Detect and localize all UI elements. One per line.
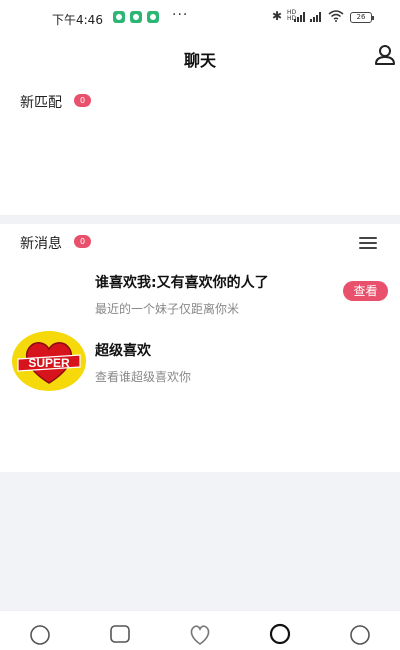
new-messages-count-badge: 0 (74, 235, 91, 248)
message-title: 谁喜欢我:又有喜欢你的人了 (95, 275, 269, 291)
profile-circle-icon[interactable] (342, 617, 378, 650)
message-subtitle: 最近的一个妹子仅距离你米 (95, 302, 240, 316)
new-matches-count-badge: 0 (74, 94, 91, 107)
new-matches-label: 新匹配 (20, 95, 62, 111)
status-bar: 下午4:46 ··· ✱ HD HD 26 (0, 0, 400, 34)
section-divider (0, 215, 400, 224)
circle-icon[interactable] (22, 617, 58, 650)
notification-icon (113, 11, 125, 23)
bluetooth-icon: ✱ (272, 9, 283, 23)
chat-square-icon[interactable] (102, 617, 138, 650)
bottom-tab-bar (0, 610, 400, 650)
signal-icon (294, 12, 308, 22)
user-icon[interactable] (372, 42, 398, 68)
heart-icon: SUPER (17, 342, 81, 384)
notification-icon (130, 11, 142, 23)
battery-icon: 26 (350, 12, 374, 23)
message-title: 超级喜欢 (95, 343, 151, 359)
view-button[interactable]: 查看 (343, 281, 388, 301)
page-title: 聊天 (183, 51, 216, 70)
heart-icon[interactable] (182, 617, 218, 650)
message-subtitle: 查看谁超级喜欢你 (95, 370, 192, 384)
super-like-logo: SUPER (12, 331, 86, 391)
new-messages-label: 新消息 (20, 236, 62, 252)
menu-icon[interactable] (359, 236, 379, 250)
list-item[interactable]: 谁喜欢我:又有喜欢你的人了 最近的一个妹子仅距离你米 (0, 266, 400, 330)
notification-icon (147, 11, 159, 23)
status-time: 下午4:46 (52, 13, 103, 27)
app-header: 聊天 (0, 34, 400, 80)
wifi-icon (328, 10, 344, 22)
message-active-icon[interactable] (262, 617, 298, 650)
super-logo-text: SUPER (28, 356, 70, 370)
signal-icon (310, 12, 324, 22)
empty-area (0, 472, 400, 610)
more-notifications-icon: ··· (172, 7, 189, 23)
